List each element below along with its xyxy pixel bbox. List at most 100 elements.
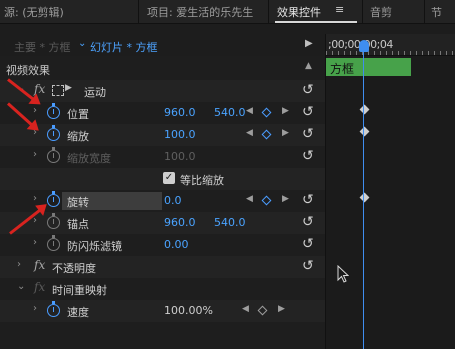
- anti-flicker-property-row: › 防闪烁滤镜 0.00 ↺: [0, 234, 325, 256]
- video-effects-header: 视频效果 ▲: [0, 58, 325, 80]
- tab-divider: [138, 0, 139, 24]
- anchor-property-row: › 锚点 960.0 540.0 ↺: [0, 212, 325, 234]
- motion-label: 运动: [84, 86, 106, 99]
- expand-chevron-icon[interactable]: ›: [33, 303, 37, 314]
- mouse-cursor-icon: [337, 265, 349, 283]
- play-triangle-icon[interactable]: ▶: [305, 38, 313, 49]
- opacity-effect-row[interactable]: › fx 不透明度 ↺: [0, 256, 325, 278]
- prev-keyframe-icon[interactable]: ◀: [246, 194, 253, 204]
- active-clip-selector[interactable]: 幻灯片 * 方框: [90, 39, 158, 55]
- tab-divider: [424, 0, 425, 24]
- stopwatch-icon[interactable]: [47, 103, 60, 119]
- stopwatch-icon[interactable]: [47, 191, 60, 207]
- stopwatch-icon[interactable]: [47, 235, 60, 251]
- tab-partial-right[interactable]: 节: [431, 4, 442, 20]
- position-label: 位置: [67, 108, 89, 121]
- reset-icon[interactable]: ↺: [302, 214, 314, 230]
- rotation-label: 旋转: [67, 196, 89, 209]
- clip-bar[interactable]: 方框: [326, 58, 411, 76]
- chevron-down-icon[interactable]: ⌄: [78, 38, 86, 49]
- scale-property-row: › 缩放 100.0 ◀ ▶ ↺: [0, 124, 325, 146]
- keyframe-navigator: ◀ ▶: [246, 106, 304, 119]
- reset-icon[interactable]: ↺: [302, 148, 314, 164]
- panel-menu-icon[interactable]: ≡: [335, 3, 344, 16]
- time-remap-label: 时间重映射: [52, 284, 107, 297]
- scale-keyframe[interactable]: [359, 126, 370, 137]
- panel-tab-bar: 源: (无剪辑) 项目: 爱生活的乐先生 效果控件 ≡ 音剪 节: [0, 0, 455, 24]
- time-ruler[interactable]: ;00;00;00;04: [326, 34, 455, 56]
- opacity-label: 不透明度: [52, 262, 96, 275]
- transform-box-icon[interactable]: [52, 85, 64, 96]
- stopwatch-icon[interactable]: [47, 213, 60, 229]
- ruler-ticks: [326, 51, 455, 55]
- reset-icon[interactable]: ↺: [302, 192, 314, 208]
- position-property-row: › 位置 960.0 540.0 ◀ ▶ ↺: [0, 102, 325, 124]
- speed-value[interactable]: 100.00%: [164, 304, 213, 317]
- speed-label: 速度: [67, 306, 89, 319]
- tab-source[interactable]: 源: (无剪辑): [4, 4, 64, 20]
- stopwatch-icon: [47, 147, 60, 163]
- position-x-value[interactable]: 960.0: [164, 106, 196, 119]
- next-keyframe-icon[interactable]: ▶: [282, 194, 289, 204]
- reset-icon[interactable]: ↺: [302, 126, 314, 142]
- anchor-label: 锚点: [67, 218, 89, 231]
- keyframe-navigator: ◀ ▶: [246, 128, 304, 141]
- effect-controls-timeline[interactable]: ;00;00;00;04 方框: [325, 34, 455, 349]
- add-keyframe-icon[interactable]: [261, 195, 272, 206]
- anti-flicker-label: 防闪烁滤镜: [67, 240, 122, 253]
- prev-keyframe-icon[interactable]: ◀: [246, 128, 253, 138]
- tab-divider: [362, 0, 363, 24]
- uniform-scale-row: ✓ 等比缩放: [0, 168, 325, 190]
- speed-property-row: › 速度 100.00% ◀ ▶: [0, 300, 325, 322]
- prev-keyframe-icon[interactable]: ◀: [242, 304, 249, 314]
- reset-icon[interactable]: ↺: [302, 82, 314, 98]
- anti-flicker-value[interactable]: 0.00: [164, 238, 189, 251]
- keyframe-navigator: ◀ ▶: [246, 194, 304, 207]
- rotation-value[interactable]: 0.0: [164, 194, 182, 207]
- rotation-keyframe[interactable]: [359, 192, 370, 203]
- sequence-selector-bar: 主要 * 方框 ⌄ 幻灯片 * 方框 ▶: [0, 34, 325, 56]
- video-effects-title: 视频效果: [6, 64, 50, 77]
- fx-toggle-icon: fx: [34, 280, 46, 294]
- effect-properties-panel: 视频效果 ▲ ⌄ fx ▶ 运动 ↺ › 位置 960.0 540.0 ◀ ▶ …: [0, 56, 325, 349]
- add-keyframe-icon[interactable]: [261, 107, 272, 118]
- scale-width-value: 100.0: [164, 150, 196, 163]
- position-y-value[interactable]: 540.0: [214, 106, 246, 119]
- reset-icon[interactable]: ↺: [302, 104, 314, 120]
- scale-label: 缩放: [67, 130, 89, 143]
- prev-keyframe-icon[interactable]: ◀: [246, 106, 253, 116]
- tab-effect-controls[interactable]: 效果控件: [277, 4, 321, 20]
- add-keyframe-icon[interactable]: [257, 305, 268, 316]
- reset-icon[interactable]: ↺: [302, 236, 314, 252]
- anchor-y-value[interactable]: 540.0: [214, 216, 246, 229]
- anchor-x-value[interactable]: 960.0: [164, 216, 196, 229]
- motion-effect-row[interactable]: ⌄ fx ▶ 运动 ↺: [0, 80, 325, 102]
- fx-toggle-icon[interactable]: fx: [34, 258, 45, 272]
- next-keyframe-icon[interactable]: ▶: [282, 128, 289, 138]
- reset-icon[interactable]: ↺: [302, 258, 314, 274]
- time-remap-effect-row[interactable]: ⌄ fx 时间重映射: [0, 278, 325, 300]
- add-keyframe-icon[interactable]: [261, 129, 272, 140]
- expand-chevron-icon[interactable]: ›: [33, 193, 37, 204]
- scroll-up-icon[interactable]: ▲: [305, 61, 312, 71]
- playhead-line: [363, 52, 364, 349]
- expand-chevron-icon[interactable]: ›: [33, 237, 37, 248]
- playhead-handle[interactable]: [359, 40, 369, 52]
- scale-value[interactable]: 100.0: [164, 128, 196, 141]
- next-keyframe-icon[interactable]: ▶: [282, 106, 289, 116]
- transform-cursor-icon: ▶: [65, 83, 72, 93]
- keyframe-navigator: ◀ ▶: [242, 304, 300, 317]
- uniform-scale-checkbox[interactable]: ✓: [163, 172, 175, 184]
- position-keyframe[interactable]: [359, 104, 370, 115]
- tab-audio-clip-mixer[interactable]: 音剪: [370, 4, 392, 20]
- clip-bar-label: 方框: [330, 62, 355, 76]
- collapse-chevron-icon[interactable]: ⌄: [17, 281, 25, 292]
- next-keyframe-icon[interactable]: ▶: [278, 304, 285, 314]
- active-tab-indicator: [275, 21, 357, 23]
- tab-divider: [268, 0, 269, 24]
- stopwatch-icon[interactable]: [47, 301, 60, 317]
- expand-chevron-icon[interactable]: ›: [17, 259, 21, 270]
- stopwatch-icon[interactable]: [47, 125, 60, 141]
- tab-project[interactable]: 项目: 爱生活的乐先生: [147, 4, 253, 20]
- master-clip-label[interactable]: 主要 * 方框: [14, 39, 71, 55]
